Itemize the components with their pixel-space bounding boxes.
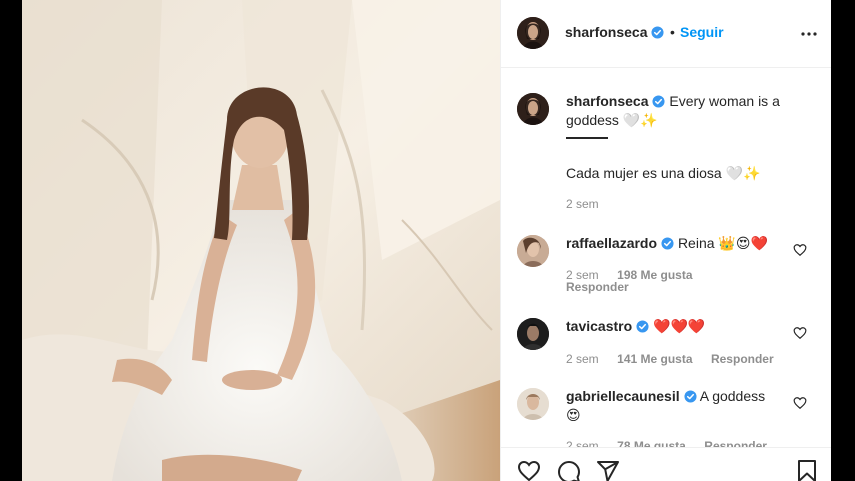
header-user-row: sharfonseca • Seguir xyxy=(565,24,724,42)
post-side-panel: sharfonseca • Seguir sharfonseca Every w… xyxy=(500,0,831,481)
verified-badge-icon xyxy=(657,235,674,251)
comment-emoji: 😍 xyxy=(566,408,581,424)
comment-icon[interactable] xyxy=(556,459,582,481)
heart-icon[interactable] xyxy=(793,326,807,340)
comment-emoji: ❤️❤️❤️ xyxy=(653,319,706,335)
reply-button[interactable]: Responder xyxy=(711,352,774,366)
caption-emoji: 🤍✨ xyxy=(622,113,658,129)
comment-username[interactable]: tavicastro xyxy=(566,318,632,334)
post-photo[interactable] xyxy=(22,0,500,481)
header-separator: • xyxy=(670,24,675,40)
caption-spanish-text: Cada mujer es una diosa xyxy=(566,165,722,181)
caption-avatar[interactable] xyxy=(517,93,549,125)
verified-badge-icon xyxy=(632,318,649,334)
caption-spanish: Cada mujer es una diosa 🤍✨ xyxy=(566,164,760,184)
caption-divider xyxy=(566,137,608,139)
caption-body-2: goddess xyxy=(566,112,619,128)
comment-text: gabriellecaunesil A goddess 😍 xyxy=(566,387,796,426)
action-bar xyxy=(501,447,831,481)
instagram-post: sharfonseca • Seguir sharfonseca Every w… xyxy=(22,0,831,481)
reply-button[interactable]: Responder xyxy=(566,280,629,294)
comment-emoji: 👑😍❤️ xyxy=(718,236,768,252)
heart-icon[interactable] xyxy=(516,459,542,481)
verified-badge-icon xyxy=(647,24,665,41)
comment-username[interactable]: raffaellazardo xyxy=(566,235,657,251)
verified-badge-icon xyxy=(648,93,666,109)
comment-avatar[interactable] xyxy=(517,388,549,420)
comment-body: Reina xyxy=(677,235,715,251)
comment-meta: 2 sem 141 Me gusta Responder xyxy=(566,350,774,368)
header-username[interactable]: sharfonseca xyxy=(565,24,647,40)
caption-time[interactable]: 2 sem xyxy=(566,197,599,211)
caption-username[interactable]: sharfonseca xyxy=(566,93,648,109)
caption-text: sharfonseca Every woman is a goddess 🤍✨ xyxy=(566,92,816,131)
comment-body: A goddess xyxy=(699,388,766,404)
comment-avatar[interactable] xyxy=(517,318,549,350)
follow-button[interactable]: Seguir xyxy=(680,24,724,40)
comment-avatar[interactable] xyxy=(517,235,549,267)
heart-icon[interactable] xyxy=(793,396,807,410)
comment-text: tavicastro ❤️❤️❤️ xyxy=(566,317,705,337)
comment-text: raffaellazardo Reina 👑😍❤️ xyxy=(566,234,768,254)
avatar[interactable] xyxy=(517,17,549,49)
comment-username[interactable]: gabriellecaunesil xyxy=(566,388,680,404)
post-header: sharfonseca • Seguir xyxy=(501,0,831,68)
caption-body: Every woman is a xyxy=(669,93,780,109)
comment-time[interactable]: 2 sem xyxy=(566,352,599,366)
heart-icon[interactable] xyxy=(793,243,807,257)
caption-spanish-emoji: 🤍✨ xyxy=(725,166,761,182)
bookmark-icon[interactable] xyxy=(795,459,819,481)
paper-plane-icon[interactable] xyxy=(595,459,621,481)
verified-badge-icon xyxy=(680,388,697,404)
comment-likes[interactable]: 141 Me gusta xyxy=(617,352,692,366)
more-options-icon[interactable] xyxy=(797,25,821,43)
